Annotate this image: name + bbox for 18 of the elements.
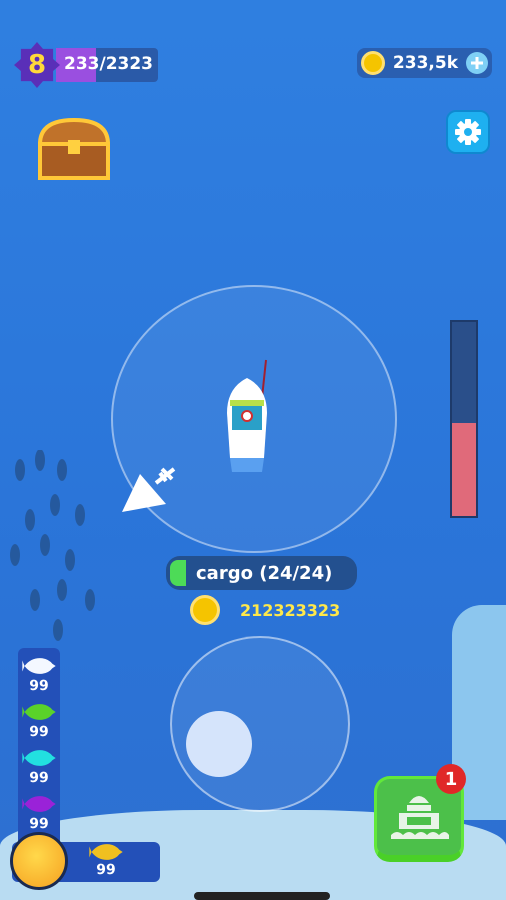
settings-icon [454, 118, 482, 146]
fish-count: 99 [29, 678, 49, 694]
coin-amount: 233,5k [392, 53, 458, 73]
cargo-label: cargo (24/24) [196, 562, 332, 584]
xp-text: 233/2323 [64, 54, 154, 74]
fish-count: 99 [29, 724, 49, 740]
plus-icon [470, 56, 484, 70]
earnings-amount: 212323323 [240, 600, 340, 620]
direction-arrow-icon [122, 474, 166, 512]
settings-button[interactable] [446, 110, 490, 154]
fish-count: 99 [29, 770, 49, 786]
coin-icon [190, 595, 220, 625]
fish-count: 99 [29, 816, 49, 832]
coin-icon [360, 51, 385, 75]
add-coins-button[interactable] [466, 52, 488, 74]
fish-count: 99 [96, 862, 116, 878]
level-badge: 8 [14, 42, 60, 88]
cargo-indicator [170, 560, 186, 586]
